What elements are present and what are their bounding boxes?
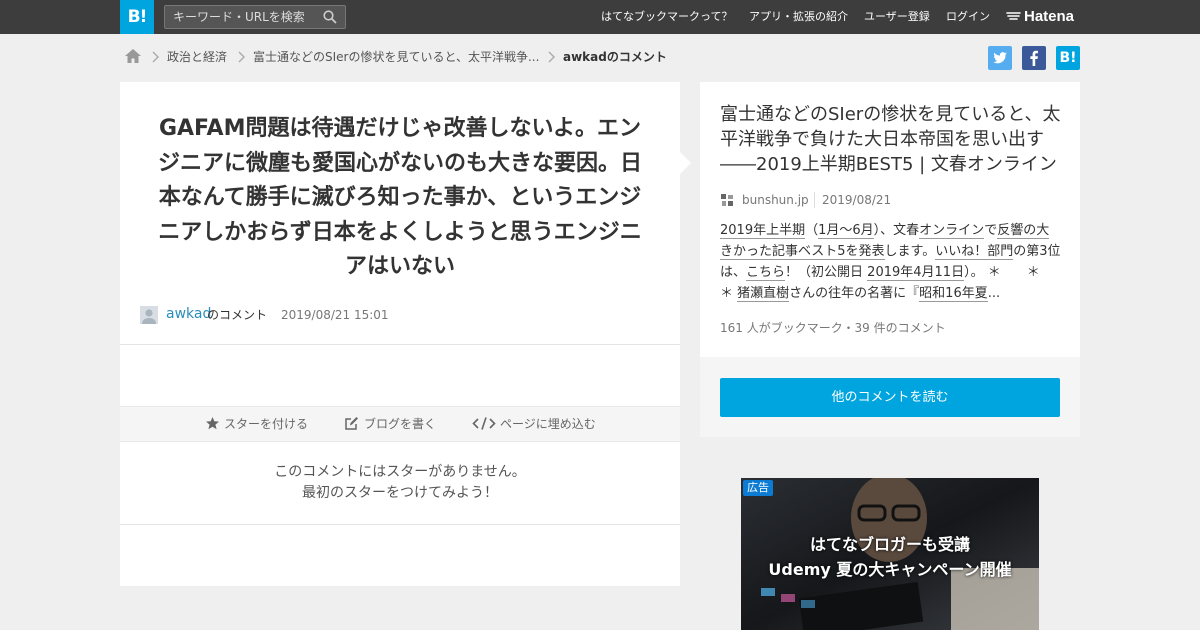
more-comments-area: 他のコメントを読む: [700, 357, 1080, 437]
summary-keyword-link[interactable]: 1月～6月: [818, 223, 874, 239]
code-icon: [472, 417, 496, 430]
embed-label: ページに埋め込む: [500, 417, 596, 431]
breadcrumb-entry[interactable]: 富士通などのSIerの惨状を見ていると、太平洋戦争...: [253, 49, 539, 65]
hatena-brand-text: Hatena: [1024, 8, 1075, 25]
avatar[interactable]: [140, 306, 158, 324]
edit-icon: [345, 417, 358, 430]
card-pointer: [680, 152, 691, 174]
write-blog-button[interactable]: ブログを書く: [344, 416, 436, 432]
summary-keyword-link[interactable]: 昭和16年夏: [919, 286, 988, 302]
comment-text: GAFAM問題は待遇だけじゃ改善しないよ。エンジニアに微塵も愛国心がないのも大き…: [157, 116, 642, 279]
ad-label: 広告: [743, 480, 773, 496]
search-icon[interactable]: [323, 10, 337, 24]
summary-keyword-link[interactable]: いいね！部門: [935, 244, 1014, 260]
summary-keyword-link[interactable]: 2019年上半期: [720, 223, 806, 239]
comment-username-suffix: のコメント: [207, 308, 268, 322]
breadcrumb-category[interactable]: 政治と経済: [167, 49, 227, 65]
search-box[interactable]: [164, 5, 346, 29]
hatena-mark-icon: [1006, 12, 1021, 20]
chevron-right-icon: [238, 51, 245, 63]
entry-summary: 2019年上半期（1月～6月）、文春オンラインで反響の大きかった記事ベスト5を発…: [720, 220, 1066, 304]
summary-text: します。: [884, 244, 936, 259]
summary-text: で: [984, 223, 998, 238]
star-icon: [206, 417, 219, 430]
chevron-right-icon: [152, 51, 159, 63]
summary-text: さんの往年の名著に『: [789, 286, 920, 301]
no-star-line-2: 最初のスターをつけてみよう！: [302, 485, 498, 501]
comment-username[interactable]: awkad: [166, 305, 211, 323]
hatena-bookmark-share-button[interactable]: B!: [1056, 46, 1080, 70]
ad-banner[interactable]: 広告 はてなブロガーも受講 Udemy 夏の大キャンペーン開催: [741, 478, 1039, 630]
no-star-message: このコメントにはスターがありません。 最初のスターをつけてみよう！: [120, 462, 680, 504]
read-more-comments-button[interactable]: 他のコメントを読む: [720, 378, 1060, 417]
entry-counts[interactable]: 161 人がブックマーク・39 件のコメント: [720, 320, 946, 336]
summary-text: ！（初公開日: [785, 265, 868, 280]
top-bar: B! はてなブックマークって？ アプリ・拡張の紹介 ユーザー登録 ログイン Ha…: [0, 0, 1200, 34]
nav-about[interactable]: はてなブックマークって？: [601, 0, 732, 34]
summary-text: （: [805, 223, 819, 238]
write-blog-label: ブログを書く: [364, 417, 437, 431]
summary-keyword-link[interactable]: 猪瀬直樹: [737, 286, 790, 302]
summary-text: ...: [987, 286, 1001, 301]
facebook-share-button[interactable]: [1022, 46, 1046, 70]
entry-date: 2019/08/21: [814, 192, 891, 208]
ad-headline-1: はてなブロガーも受講: [809, 535, 970, 554]
entry-card: 富士通などのSIerの惨状を見ていると、太平洋戦争で負けた大日本帝国を思い出す―…: [700, 82, 1080, 357]
add-star-button[interactable]: スターを付ける: [205, 416, 308, 432]
bunshun-favicon-icon: [721, 194, 733, 206]
embed-button[interactable]: ページに埋め込む: [472, 416, 596, 432]
no-star-line-1: このコメントにはスターがありません。: [274, 464, 526, 480]
divider: [120, 344, 680, 345]
nav-register[interactable]: ユーザー登録: [864, 0, 930, 34]
hatena-brand-link[interactable]: Hatena: [1006, 0, 1074, 34]
comment-actions: スターを付ける ブログを書く ページに埋め込む: [120, 406, 680, 442]
comment-datetime[interactable]: 2019/08/21 15:01: [281, 307, 389, 323]
twitter-icon: [993, 52, 1007, 64]
facebook-icon: [1030, 50, 1038, 66]
summary-keyword-link[interactable]: 2019年4月11日: [867, 265, 965, 281]
entry-title[interactable]: 富士通などのSIerの惨状を見ていると、太平洋戦争で負けた大日本帝国を思い出す―…: [720, 102, 1064, 177]
twitter-share-button[interactable]: [988, 46, 1012, 70]
comment-card: GAFAM問題は待遇だけじゃ改善しないよ。エンジニアに微塵も愛国心がないのも大き…: [120, 82, 680, 586]
breadcrumb-current: awkadのコメント: [563, 50, 667, 64]
summary-keyword-link[interactable]: こちら: [746, 265, 786, 281]
entry-domain[interactable]: bunshun.jp: [742, 192, 809, 208]
nav-login[interactable]: ログイン: [946, 0, 990, 34]
chevron-right-icon: [548, 51, 555, 63]
summary-text: ）、文春: [873, 223, 920, 238]
home-icon[interactable]: [124, 48, 142, 64]
search-input[interactable]: [173, 8, 313, 26]
nav-apps[interactable]: アプリ・拡張の紹介: [749, 0, 848, 34]
divider: [120, 524, 680, 525]
hatena-bookmark-logo[interactable]: B!: [120, 0, 154, 34]
add-star-label: スターを付ける: [224, 417, 309, 431]
ad-headline-2: Udemy 夏の大キャンペーン開催: [768, 560, 1012, 579]
user-silhouette-icon: [142, 309, 156, 324]
summary-keyword-link[interactable]: オンライン: [919, 223, 985, 239]
